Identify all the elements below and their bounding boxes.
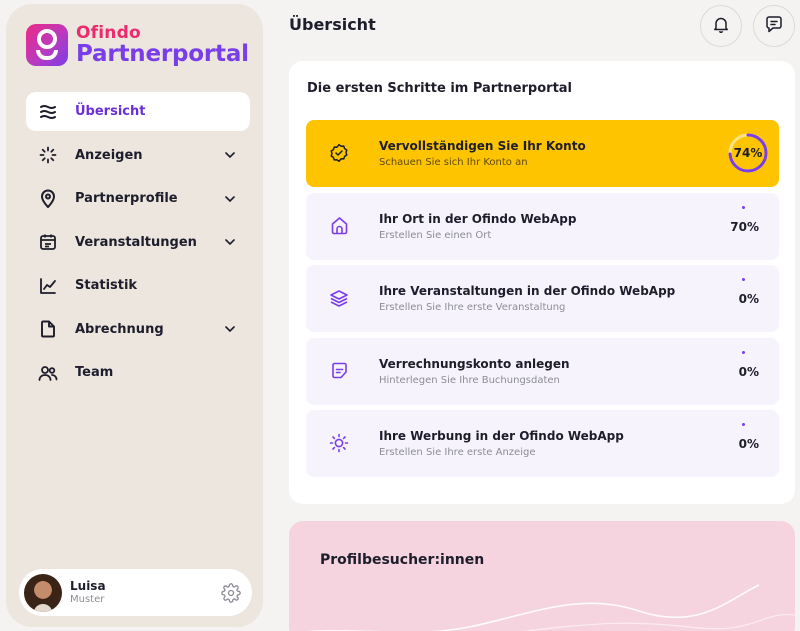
user-first-name: Luisa <box>70 579 106 594</box>
sidebar-item-label: Statistik <box>75 278 138 293</box>
chevron-down-icon[interactable] <box>224 323 236 335</box>
note-icon <box>328 360 350 382</box>
brand-text: Ofindo Partnerportal <box>76 22 249 67</box>
user-last-name: Muster <box>70 593 105 605</box>
status-dot <box>742 278 745 281</box>
calendar-icon <box>38 232 58 252</box>
steps-list: Vervollständigen Sie Ihr Konto Schauen S… <box>306 120 779 483</box>
brand-name: Ofindo <box>76 22 141 43</box>
layers-icon <box>328 287 350 309</box>
sidebar-item-statistik[interactable]: Statistik <box>26 266 250 305</box>
sidebar-item-team[interactable]: Team <box>26 353 250 392</box>
step-events[interactable]: Ihre Veranstaltungen in der Ofindo WebAp… <box>306 265 779 332</box>
user-name: Luisa Muster <box>70 579 220 605</box>
ofindo-logo-icon <box>26 24 68 66</box>
chevron-down-icon[interactable] <box>224 236 236 248</box>
waves-icon <box>38 102 58 122</box>
chevron-down-icon[interactable] <box>224 149 236 161</box>
home-icon <box>328 215 350 237</box>
sidebar-item-uebersicht[interactable]: Übersicht <box>26 92 250 131</box>
step-percent: 74% <box>733 146 763 160</box>
step-subtitle: Erstellen Sie Ihre erste Anzeige <box>379 447 536 458</box>
badge-check-icon <box>328 142 350 164</box>
line-chart-icon <box>38 276 58 296</box>
getting-started-card: Die ersten Schritte im Partnerportal Ver… <box>289 61 795 504</box>
sidebar-item-label: Team <box>75 365 114 380</box>
step-billing-account[interactable]: Verrechnungskonto anlegen Hinterlegen Si… <box>306 337 779 405</box>
card-title: Die ersten Schritte im Partnerportal <box>307 81 573 96</box>
sidebar: Ofindo Partnerportal Übersicht Anzeigen … <box>6 4 263 627</box>
brand-logo[interactable]: Ofindo Partnerportal <box>26 24 249 66</box>
sparkle-icon <box>38 145 58 165</box>
step-percent: 0% <box>738 364 759 379</box>
step-subtitle: Erstellen Sie einen Ort <box>379 229 492 241</box>
document-icon <box>38 319 58 339</box>
status-dot <box>742 423 745 426</box>
step-subtitle: Hinterlegen Sie Ihre Buchungsdaten <box>379 374 560 386</box>
card-title: Profilbesucher:innen <box>320 552 485 568</box>
gear-icon[interactable] <box>220 582 242 604</box>
status-dot <box>742 205 745 209</box>
sidebar-item-partnerprofile[interactable]: Partnerprofile <box>26 179 250 218</box>
step-title: Verrechnungskonto anlegen <box>379 356 570 371</box>
sun-icon <box>328 432 350 454</box>
step-percent: 0% <box>738 292 759 306</box>
step-subtitle: Erstellen Sie Ihre erste Veranstaltung <box>379 302 566 313</box>
location-pin-icon <box>38 189 58 209</box>
page-title: Übersicht <box>289 15 376 34</box>
status-dot <box>742 350 745 354</box>
users-icon <box>38 363 58 383</box>
sidebar-item-abrechnung[interactable]: Abrechnung <box>26 310 250 349</box>
sidebar-nav: Übersicht Anzeigen Partnerprofile Verans… <box>26 92 250 397</box>
sidebar-item-label: Anzeigen <box>75 147 143 163</box>
chat-icon <box>765 15 783 37</box>
sidebar-item-label: Partnerprofile <box>75 191 178 206</box>
step-title: Ihre Werbung in der Ofindo WebApp <box>379 429 624 443</box>
notifications-button[interactable] <box>700 5 742 47</box>
step-complete-account[interactable]: Vervollständigen Sie Ihr Konto Schauen S… <box>306 120 779 187</box>
sidebar-item-label: Veranstaltungen <box>75 234 197 250</box>
step-advertising[interactable]: Ihre Werbung in der Ofindo WebApp Erstel… <box>306 410 779 477</box>
sidebar-item-label: Abrechnung <box>75 321 164 337</box>
progress-ring: 74% <box>727 132 769 174</box>
step-location[interactable]: Ihr Ort in der Ofindo WebApp Erstellen S… <box>306 192 779 260</box>
avatar[interactable] <box>24 573 62 612</box>
bell-icon <box>713 16 729 37</box>
sidebar-item-label: Übersicht <box>75 104 146 119</box>
sidebar-item-anzeigen[interactable]: Anzeigen <box>26 136 250 175</box>
user-profile-card[interactable]: Luisa Muster <box>19 569 252 616</box>
step-percent: 0% <box>738 437 759 451</box>
profile-visitors-card: Profilbesucher:innen <box>289 521 795 631</box>
chevron-down-icon[interactable] <box>224 193 236 205</box>
step-title: Ihre Veranstaltungen in der Ofindo WebAp… <box>379 284 676 298</box>
sidebar-item-veranstaltungen[interactable]: Veranstaltungen <box>26 223 250 262</box>
messages-button[interactable] <box>753 5 795 47</box>
step-title: Ihr Ort in der Ofindo WebApp <box>379 211 577 226</box>
visitors-chart-line <box>303 584 795 631</box>
brand-product: Partnerportal <box>76 40 249 67</box>
step-title: Vervollständigen Sie Ihr Konto <box>379 139 586 153</box>
step-subtitle: Schauen Sie sich Ihr Konto an <box>379 157 528 168</box>
step-percent: 70% <box>730 219 759 234</box>
